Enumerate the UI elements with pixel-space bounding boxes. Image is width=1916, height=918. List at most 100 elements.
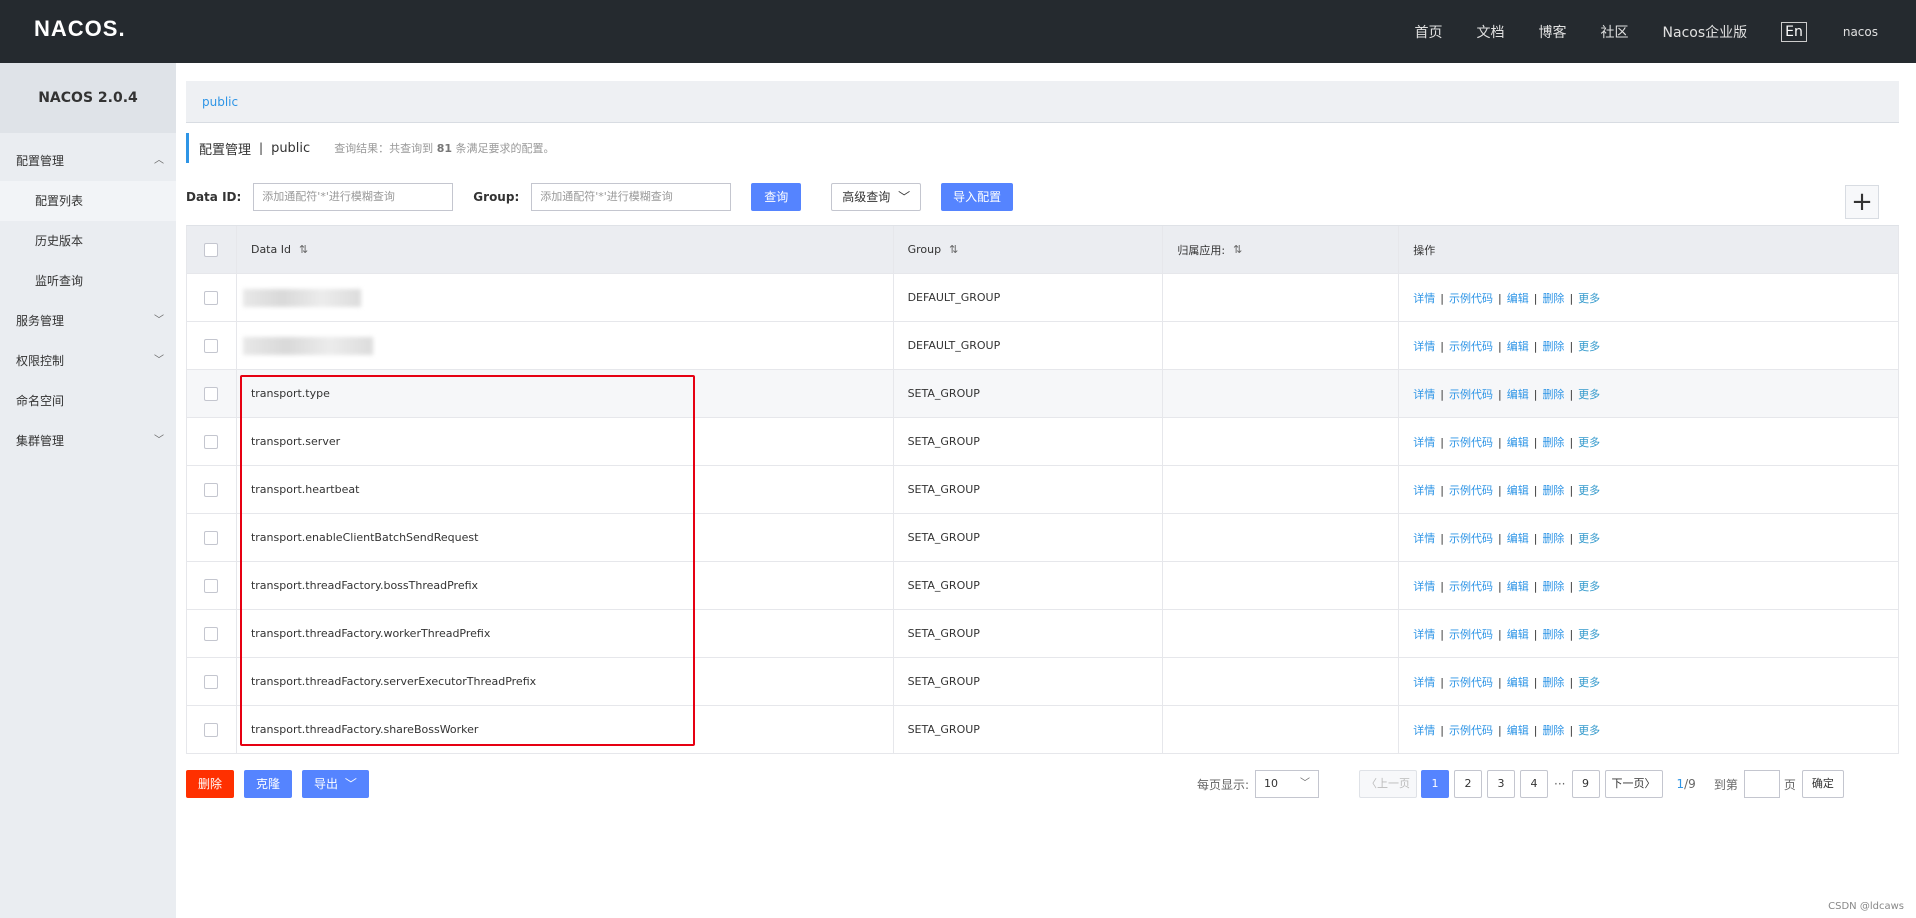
edit-link[interactable]: 编辑 (1507, 724, 1529, 737)
sample-code-link[interactable]: 示例代码 (1449, 532, 1493, 545)
sort-icon[interactable]: ⇅ (299, 243, 308, 256)
edit-link[interactable]: 编辑 (1507, 580, 1529, 593)
detail-link[interactable]: 详情 (1413, 436, 1435, 449)
edit-link[interactable]: 编辑 (1507, 628, 1529, 641)
edit-link[interactable]: 编辑 (1507, 532, 1529, 545)
export-dropdown[interactable]: 导出 ﹀ (302, 770, 369, 798)
sample-code-link[interactable]: 示例代码 (1449, 436, 1493, 449)
sample-code-link[interactable]: 示例代码 (1449, 484, 1493, 497)
row-checkbox[interactable] (204, 530, 219, 545)
more-link[interactable]: 更多 (1578, 580, 1600, 593)
sidebar-item-listen-query[interactable]: 监听查询 (0, 261, 176, 301)
edit-link[interactable]: 编辑 (1507, 292, 1529, 305)
delete-link[interactable]: 删除 (1542, 580, 1564, 593)
row-checkbox[interactable] (204, 722, 219, 737)
batch-delete-button[interactable]: 删除 (186, 770, 235, 798)
page-button-4[interactable]: 4 (1520, 770, 1549, 798)
nav-enterprise-link[interactable]: Nacos企业版 (1663, 22, 1748, 42)
add-config-button[interactable]: + (1845, 185, 1879, 219)
sidebar-item-history[interactable]: 历史版本 (0, 221, 176, 261)
row-checkbox[interactable] (204, 338, 219, 353)
sample-code-link[interactable]: 示例代码 (1449, 628, 1493, 641)
delete-link[interactable]: 删除 (1542, 340, 1564, 353)
row-checkbox[interactable] (204, 674, 219, 689)
user-menu[interactable]: nacos (1843, 25, 1878, 39)
edit-link[interactable]: 编辑 (1507, 484, 1529, 497)
delete-link[interactable]: 删除 (1542, 628, 1564, 641)
data-id-input[interactable]: 添加通配符'*'进行模糊查询 (253, 183, 454, 211)
goto-confirm-button[interactable]: 确定 (1801, 770, 1844, 798)
query-button[interactable]: 查询 (751, 183, 802, 211)
detail-link[interactable]: 详情 (1413, 292, 1435, 305)
row-checkbox[interactable] (204, 626, 219, 641)
detail-link[interactable]: 详情 (1413, 580, 1435, 593)
more-link[interactable]: 更多 (1578, 484, 1600, 497)
sidebar-item-namespace[interactable]: 命名空间 (0, 381, 176, 421)
row-checkbox[interactable] (204, 434, 219, 449)
detail-link[interactable]: 详情 (1413, 628, 1435, 641)
delete-link[interactable]: 删除 (1542, 532, 1564, 545)
detail-link[interactable]: 详情 (1413, 340, 1435, 353)
header-group[interactable]: Group ⇅ (894, 226, 1164, 273)
page-button-3[interactable]: 3 (1487, 770, 1516, 798)
language-toggle[interactable]: En (1781, 21, 1807, 42)
next-page-button[interactable]: 下一页〉 (1604, 770, 1663, 798)
per-page-select[interactable]: 10 ﹀ (1255, 770, 1320, 798)
more-link[interactable]: 更多 (1578, 532, 1600, 545)
namespace-tab-public[interactable]: public (202, 95, 238, 109)
more-link[interactable]: 更多 (1578, 676, 1600, 689)
sidebar-item-cluster-mgmt[interactable]: 集群管理 ﹀ (0, 421, 176, 461)
more-link[interactable]: 更多 (1578, 724, 1600, 737)
detail-link[interactable]: 详情 (1413, 676, 1435, 689)
nav-community-link[interactable]: 社区 (1601, 22, 1629, 42)
delete-link[interactable]: 删除 (1542, 676, 1564, 689)
page-button-2[interactable]: 2 (1454, 770, 1483, 798)
more-link[interactable]: 更多 (1578, 292, 1600, 305)
delete-link[interactable]: 删除 (1542, 484, 1564, 497)
sort-icon[interactable]: ⇅ (949, 243, 958, 256)
sidebar-item-service-mgmt[interactable]: 服务管理 ﹀ (0, 301, 176, 341)
sample-code-link[interactable]: 示例代码 (1449, 580, 1493, 593)
more-link[interactable]: 更多 (1578, 628, 1600, 641)
sample-code-link[interactable]: 示例代码 (1449, 292, 1493, 305)
edit-link[interactable]: 编辑 (1507, 388, 1529, 401)
sort-icon[interactable]: ⇅ (1233, 243, 1242, 256)
group-input[interactable]: 添加通配符'*'进行模糊查询 (531, 183, 732, 211)
detail-link[interactable]: 详情 (1413, 388, 1435, 401)
edit-link[interactable]: 编辑 (1507, 436, 1529, 449)
page-button-1[interactable]: 1 (1421, 770, 1450, 798)
detail-link[interactable]: 详情 (1413, 484, 1435, 497)
nacos-logo[interactable]: NACOS. (34, 16, 126, 42)
nav-home-link[interactable]: 首页 (1415, 22, 1443, 42)
detail-link[interactable]: 详情 (1413, 532, 1435, 545)
row-checkbox[interactable] (204, 290, 219, 305)
more-link[interactable]: 更多 (1578, 340, 1600, 353)
delete-link[interactable]: 删除 (1542, 388, 1564, 401)
row-checkbox[interactable] (204, 482, 219, 497)
delete-link[interactable]: 删除 (1542, 436, 1564, 449)
header-app[interactable]: 归属应用: ⇅ (1163, 226, 1400, 273)
nav-blog-link[interactable]: 博客 (1539, 22, 1567, 42)
sample-code-link[interactable]: 示例代码 (1449, 676, 1493, 689)
advanced-query-dropdown[interactable]: 高级查询 ﹀ (831, 183, 922, 211)
prev-page-button[interactable]: 〈上一页 (1359, 770, 1418, 798)
goto-page-input[interactable] (1743, 770, 1780, 798)
nav-docs-link[interactable]: 文档 (1477, 22, 1505, 42)
detail-link[interactable]: 详情 (1413, 724, 1435, 737)
delete-link[interactable]: 删除 (1542, 724, 1564, 737)
edit-link[interactable]: 编辑 (1507, 676, 1529, 689)
import-config-button[interactable]: 导入配置 (941, 183, 1014, 211)
more-link[interactable]: 更多 (1578, 436, 1600, 449)
sidebar-item-config-mgmt[interactable]: 配置管理 ︿ (0, 141, 176, 181)
clone-button[interactable]: 克隆 (244, 770, 293, 798)
page-button-9[interactable]: 9 (1571, 770, 1600, 798)
select-all-checkbox[interactable] (204, 242, 219, 257)
sample-code-link[interactable]: 示例代码 (1449, 724, 1493, 737)
sidebar-item-auth-ctrl[interactable]: 权限控制 ﹀ (0, 341, 176, 381)
row-checkbox[interactable] (204, 578, 219, 593)
edit-link[interactable]: 编辑 (1507, 340, 1529, 353)
sample-code-link[interactable]: 示例代码 (1449, 340, 1493, 353)
delete-link[interactable]: 删除 (1542, 292, 1564, 305)
sample-code-link[interactable]: 示例代码 (1449, 388, 1493, 401)
header-data-id[interactable]: Data Id ⇅ (237, 226, 894, 273)
